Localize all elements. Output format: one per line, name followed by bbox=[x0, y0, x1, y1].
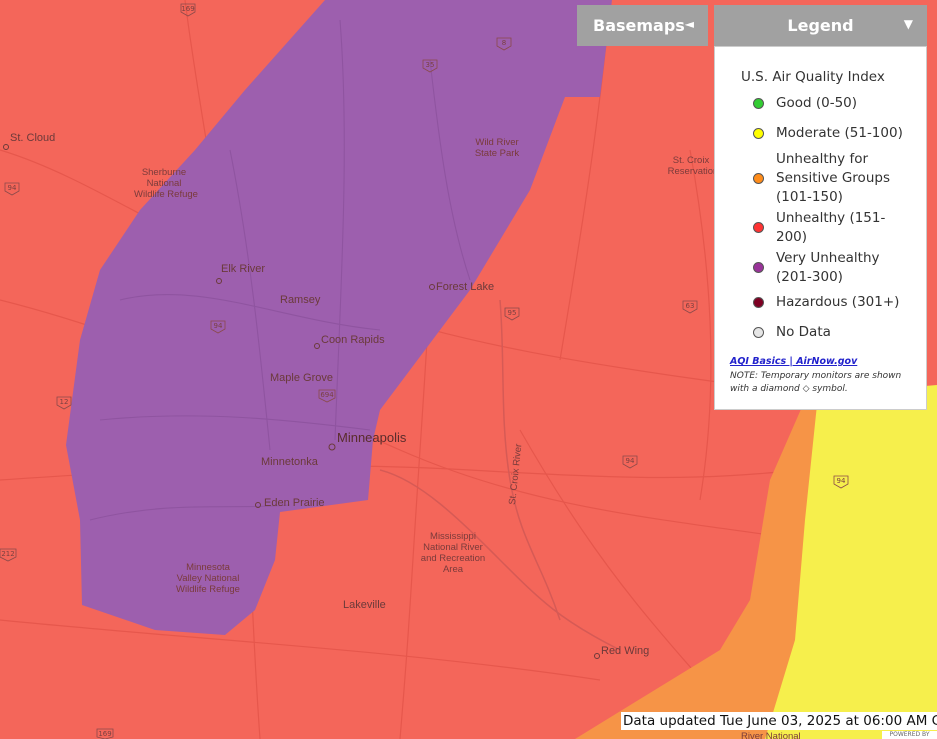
legend-panel: U.S. Air Quality Index Good (0-50) Moder… bbox=[714, 46, 927, 410]
legend-label: Legend bbox=[787, 16, 854, 35]
svg-text:Mississippi: Mississippi bbox=[430, 531, 476, 542]
place-maple-grove: Maple Grove bbox=[270, 372, 333, 384]
svg-text:12: 12 bbox=[60, 398, 69, 406]
place-minnetonka: Minnetonka bbox=[261, 456, 319, 468]
chevron-down-icon: ▼ bbox=[903, 17, 913, 31]
svg-text:National: National bbox=[147, 178, 182, 189]
place-eden-prairie: Eden Prairie bbox=[264, 497, 325, 509]
svg-text:169: 169 bbox=[98, 730, 111, 738]
svg-text:694: 694 bbox=[320, 391, 334, 399]
good-color-dot bbox=[753, 98, 764, 109]
svg-text:State Park: State Park bbox=[475, 148, 520, 159]
powered-by-badge: POWERED BY bbox=[882, 731, 937, 739]
moderate-color-dot bbox=[753, 128, 764, 139]
svg-text:Reservation: Reservation bbox=[668, 166, 719, 177]
temporary-monitors-note: NOTE: Temporary monitors are shown with … bbox=[730, 371, 902, 394]
svg-text:Sherburne: Sherburne bbox=[142, 167, 186, 178]
legend-title: U.S. Air Quality Index bbox=[741, 69, 885, 85]
svg-text:Wildlife Refuge: Wildlife Refuge bbox=[176, 584, 240, 595]
svg-text:169: 169 bbox=[181, 5, 194, 13]
svg-text:Valley National: Valley National bbox=[177, 573, 240, 584]
svg-text:8: 8 bbox=[502, 39, 506, 47]
aqi-basics-link[interactable]: AQI Basics | AirNow.gov bbox=[730, 356, 857, 367]
unhealthy-color-dot bbox=[753, 222, 764, 233]
park-river-national: River National bbox=[741, 731, 801, 739]
park-wild-river: Wild River State Park bbox=[475, 137, 520, 159]
svg-text:35: 35 bbox=[426, 61, 435, 69]
very-unhealthy-color-dot bbox=[753, 262, 764, 273]
place-lakeville: Lakeville bbox=[343, 599, 386, 611]
place-st-cloud: St. Cloud bbox=[10, 132, 55, 144]
basemaps-label: Basemaps bbox=[593, 16, 685, 35]
svg-text:Wild River: Wild River bbox=[475, 137, 518, 148]
svg-text:95: 95 bbox=[508, 309, 517, 317]
svg-text:94: 94 bbox=[8, 184, 17, 192]
legend-button[interactable]: Legend ▼ bbox=[714, 5, 927, 46]
place-ramsey: Ramsey bbox=[280, 294, 321, 306]
place-minneapolis: Minneapolis bbox=[337, 430, 407, 445]
collapse-left-icon: ◄ bbox=[684, 17, 694, 31]
data-updated-timestamp: Data updated Tue June 03, 2025 at 06:00 … bbox=[621, 712, 937, 730]
place-coon-rapids: Coon Rapids bbox=[321, 334, 385, 346]
place-red-wing: Red Wing bbox=[601, 645, 649, 657]
svg-text:94: 94 bbox=[214, 322, 223, 330]
svg-text:Minnesota: Minnesota bbox=[186, 562, 231, 573]
svg-text:Wildlife Refuge: Wildlife Refuge bbox=[134, 189, 198, 200]
svg-text:63: 63 bbox=[686, 302, 695, 310]
svg-text:94: 94 bbox=[626, 457, 635, 465]
shield-169-south: 169 bbox=[96, 728, 114, 739]
basemaps-button[interactable]: Basemaps ◄ bbox=[577, 5, 708, 46]
no-data-color-dot bbox=[753, 327, 764, 338]
svg-text:212: 212 bbox=[1, 550, 14, 558]
svg-text:and Recreation: and Recreation bbox=[421, 553, 485, 564]
usg-color-dot bbox=[753, 173, 764, 184]
svg-text:St. Croix: St. Croix bbox=[673, 155, 710, 166]
place-forest-lake: Forest Lake bbox=[436, 281, 494, 293]
place-elk-river: Elk River bbox=[221, 263, 265, 275]
svg-text:Area: Area bbox=[443, 564, 464, 575]
svg-text:National River: National River bbox=[423, 542, 483, 553]
svg-text:94: 94 bbox=[837, 477, 846, 485]
hazardous-color-dot bbox=[753, 297, 764, 308]
